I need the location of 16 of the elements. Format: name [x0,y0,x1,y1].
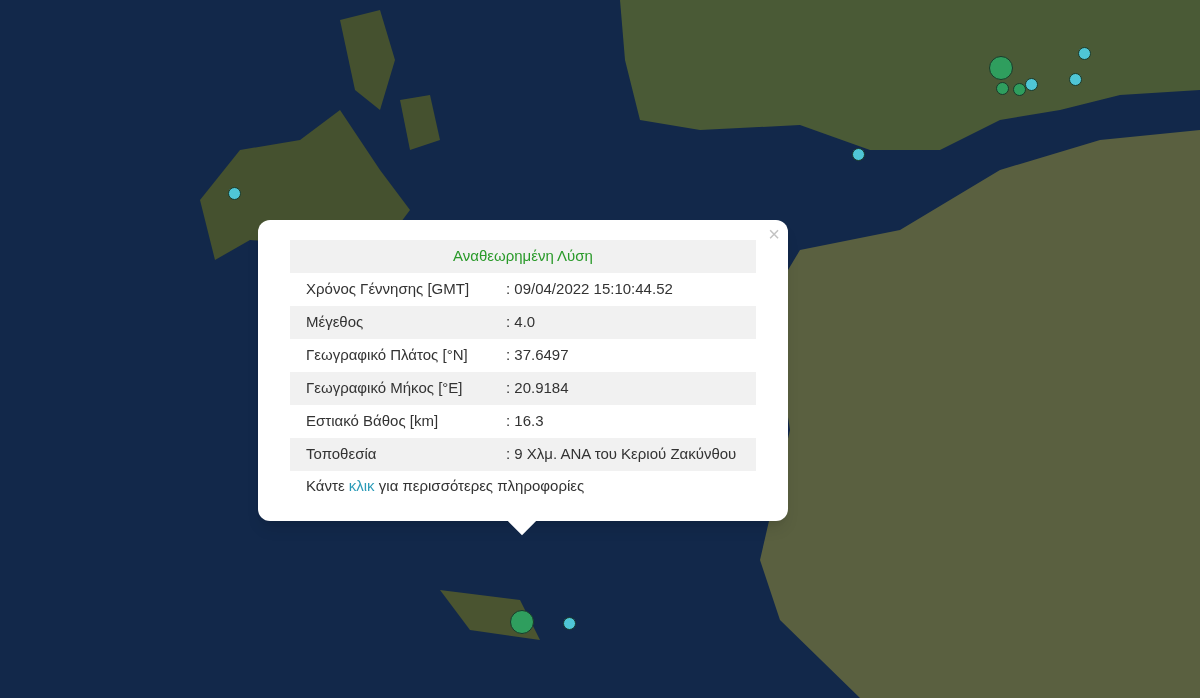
field-label: Χρόνος Γέννησης [GMT] [305,279,471,299]
field-label: Εστιακό Βάθος [km] [305,411,440,431]
field-label: Μέγεθος [305,312,365,332]
field-label: Γεωγραφικό Πλάτος [°N] [305,345,469,365]
more-info-link[interactable]: κλικ [348,476,375,494]
field-value: : 37.6497 [505,345,570,365]
field-value: : 9 Χλμ. ΑΝΑ του Κεριού Ζακύνθου [505,444,738,464]
field-label: Τοποθεσία [305,444,378,464]
field-value: : 20.9184 [505,378,570,398]
close-button[interactable]: × [768,224,780,244]
field-label: Γεωγραφικό Μήκος [°E] [305,378,464,398]
field-value: : 09/04/2022 15:10:44.52 [505,279,674,299]
field-value: : 4.0 [505,312,537,332]
field-value: : 16.3 [505,411,545,431]
popup-title: Αναθεωρημένη Λύση [290,240,756,273]
more-info-text: Κάντε κλικ για περισσότερες πληροφορίες [305,475,586,496]
